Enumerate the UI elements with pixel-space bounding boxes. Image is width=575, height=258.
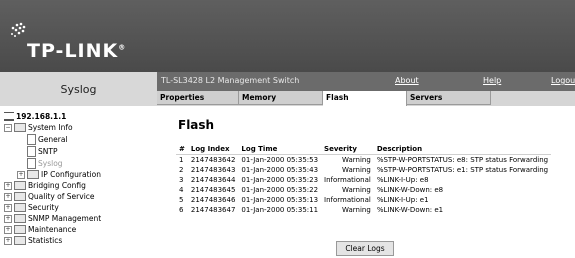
cell-log-index: 2147483642 xyxy=(190,156,236,164)
table-header-row: # Log Index Log Time Severity Descriptio… xyxy=(176,144,552,155)
cell-log-time: 01-Jan-2000 05:35:13 xyxy=(241,196,319,204)
cell-description: %LINK-W-Down: e1 xyxy=(376,206,444,214)
about-link[interactable]: About xyxy=(395,76,419,85)
cell-log-index: 2147483646 xyxy=(190,196,236,204)
page-icon xyxy=(27,146,36,157)
table-row: 3 2147483644 01-Jan-2000 05:35:23 Inform… xyxy=(176,175,551,185)
cell-log-index: 2147483644 xyxy=(190,176,236,184)
cell-description: %STP-W-PORTSTATUS: e8: STP status Forwar… xyxy=(376,156,549,164)
table-row: 4 2147483645 01-Jan-2000 05:35:22 Warnin… xyxy=(176,185,551,195)
expand-icon[interactable]: + xyxy=(17,170,25,179)
expand-icon[interactable]: + xyxy=(4,192,12,201)
expand-icon[interactable]: + xyxy=(4,203,12,212)
cell-severity: Warning xyxy=(342,156,371,164)
tree-item-system-info[interactable]: − System Info xyxy=(4,123,73,132)
brand-logo: TP-LINK® xyxy=(27,40,127,62)
cell-description: %STP-W-PORTSTATUS: e1: STP status Forwar… xyxy=(376,166,549,174)
cell-severity: Warning xyxy=(342,166,371,174)
table-row: 6 2147483647 01-Jan-2000 05:35:11 Warnin… xyxy=(176,205,551,215)
col-description: Description xyxy=(373,144,552,155)
tab-bar: Properties Memory Flash Servers xyxy=(157,91,575,106)
col-number: # xyxy=(176,144,188,155)
cell-log-time: 01-Jan-2000 05:35:22 xyxy=(241,186,319,194)
expand-icon[interactable]: + xyxy=(4,236,12,245)
cell-log-index: 2147483645 xyxy=(190,186,236,194)
page-icon xyxy=(27,134,36,145)
folder-icon xyxy=(14,203,26,212)
tab-servers[interactable]: Servers xyxy=(407,91,491,105)
table-row: 2 2147483643 01-Jan-2000 05:35:43 Warnin… xyxy=(176,165,551,175)
cell-number: 1 xyxy=(179,156,184,164)
tab-flash[interactable]: Flash xyxy=(323,91,407,106)
col-log-time: Log Time xyxy=(238,144,322,155)
tree-root[interactable]: 192.168.1.1 xyxy=(4,112,66,121)
top-nav: TL-SL3428 L2 Management Switch About Hel… xyxy=(157,72,575,91)
table-row: 5 2147483646 01-Jan-2000 05:35:13 Inform… xyxy=(176,195,551,205)
expand-icon[interactable]: + xyxy=(4,225,12,234)
tree-item-general[interactable]: General xyxy=(27,134,68,145)
folder-icon xyxy=(14,192,26,201)
log-table: # Log Index Log Time Severity Descriptio… xyxy=(176,144,552,215)
tree-item-statistics[interactable]: + Statistics xyxy=(4,236,62,245)
cell-number: 3 xyxy=(179,176,184,184)
tree-item-bridging-config[interactable]: + Bridging Config xyxy=(4,181,86,190)
logout-link[interactable]: Logout xyxy=(551,76,575,85)
page-icon xyxy=(27,158,36,169)
cell-description: %LINK-W-Down: e8 xyxy=(376,186,444,194)
header-banner: TP-LINK® xyxy=(0,0,575,72)
tree-item-ip-configuration[interactable]: + IP Configuration xyxy=(17,170,101,179)
tree-item-maintenance[interactable]: + Maintenance xyxy=(4,225,76,234)
col-severity: Severity xyxy=(321,144,374,155)
folder-icon xyxy=(14,225,26,234)
folder-icon xyxy=(14,123,26,132)
help-link[interactable]: Help xyxy=(483,76,501,85)
cell-severity: Warning xyxy=(342,186,371,194)
cell-log-time: 01-Jan-2000 05:35:43 xyxy=(241,166,319,174)
folder-icon xyxy=(14,236,26,245)
cell-severity: Informational xyxy=(324,196,371,204)
sidebar-tree: 192.168.1.1 − System Info General SNTP S… xyxy=(0,106,157,258)
tab-memory[interactable]: Memory xyxy=(239,91,323,105)
tree-item-syslog[interactable]: Syslog xyxy=(27,158,63,169)
table-row: 1 2147483642 01-Jan-2000 05:35:53 Warnin… xyxy=(176,155,551,166)
col-log-index: Log Index xyxy=(187,144,239,155)
tree-item-quality-of-service[interactable]: + Quality of Service xyxy=(4,192,95,201)
expand-icon[interactable]: + xyxy=(4,181,12,190)
folder-icon xyxy=(27,170,39,179)
clear-logs-button[interactable]: Clear Logs xyxy=(336,241,394,256)
cell-log-index: 2147483647 xyxy=(190,206,236,214)
folder-icon xyxy=(14,181,26,190)
collapse-icon[interactable]: − xyxy=(4,123,12,132)
section-title: Syslog xyxy=(60,83,97,96)
cell-description: %LINK-I-Up: e1 xyxy=(376,196,429,204)
tree-item-security[interactable]: + Security xyxy=(4,203,59,212)
tab-properties[interactable]: Properties xyxy=(157,91,239,105)
cell-log-index: 2147483643 xyxy=(190,166,236,174)
cell-number: 4 xyxy=(179,186,184,194)
tp-link-logo-icon xyxy=(11,22,26,37)
expand-icon[interactable]: + xyxy=(4,214,12,223)
cell-number: 6 xyxy=(179,206,184,214)
tree-item-snmp-management[interactable]: + SNMP Management xyxy=(4,214,101,223)
section-header: Syslog xyxy=(0,72,157,107)
cell-severity: Warning xyxy=(342,206,371,214)
cell-severity: Informational xyxy=(324,176,371,184)
cell-log-time: 01-Jan-2000 05:35:23 xyxy=(241,176,319,184)
cell-log-time: 01-Jan-2000 05:35:53 xyxy=(241,156,319,164)
cell-description: %LINK-I-Up: e8 xyxy=(376,176,429,184)
network-icon xyxy=(4,112,14,121)
app-title: TL-SL3428 L2 Management Switch xyxy=(161,76,300,85)
cell-log-time: 01-Jan-2000 05:35:11 xyxy=(241,206,319,214)
folder-icon xyxy=(14,214,26,223)
page-title: Flash xyxy=(178,118,215,132)
cell-number: 2 xyxy=(179,166,184,174)
tree-item-sntp[interactable]: SNTP xyxy=(27,146,57,157)
cell-number: 5 xyxy=(179,196,184,204)
